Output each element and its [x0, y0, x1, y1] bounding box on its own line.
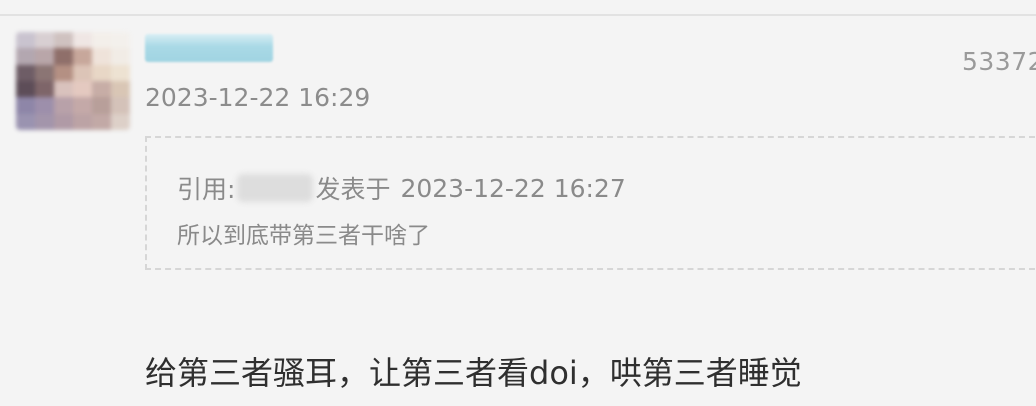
- avatar-pixel: [73, 64, 92, 81]
- avatar-pixel: [73, 32, 92, 49]
- avatar-pixel: [54, 32, 73, 49]
- avatar-pixel: [92, 81, 111, 98]
- quote-header: 引用: 发表于 2023-12-22 16:27: [177, 170, 626, 206]
- avatar-pixel: [111, 32, 130, 49]
- quote-prefix: 引用:: [177, 175, 236, 204]
- avatar-pixel: [16, 113, 35, 130]
- avatar-pixel: [92, 32, 111, 49]
- username-redacted[interactable]: [145, 34, 273, 62]
- avatar-pixel: [16, 97, 35, 114]
- avatar-pixel: [16, 48, 35, 65]
- quote-text: 所以到底带第三者干啥了: [177, 223, 430, 249]
- quote-date: 2023-12-22 16:27: [400, 173, 626, 203]
- top-divider: [0, 14, 1036, 16]
- quote-block: 引用: 发表于 2023-12-22 16:27 所以到底带第三者干啥了: [145, 136, 1035, 270]
- floor-number: 53372: [962, 47, 1036, 76]
- quote-posted-label: 发表于: [315, 175, 391, 204]
- avatar-pixel: [73, 81, 92, 98]
- avatar-pixel: [35, 97, 54, 114]
- avatar-pixel: [92, 97, 111, 114]
- avatar-pixel: [16, 32, 35, 49]
- avatar-pixel: [35, 81, 54, 98]
- avatar-pixel: [73, 48, 92, 65]
- avatar[interactable]: [16, 32, 130, 130]
- avatar-pixel: [54, 64, 73, 81]
- avatar-pixel: [54, 81, 73, 98]
- quote-author-redacted: [237, 174, 314, 202]
- avatar-pixel: [111, 81, 130, 98]
- avatar-pixel: [73, 97, 92, 114]
- forum-post: 53372 2023-12-22 16:29 引用: 发表于 2023-12-2…: [0, 0, 1036, 406]
- avatar-pixel: [111, 113, 130, 130]
- avatar-pixel: [54, 97, 73, 114]
- avatar-pixel: [111, 64, 130, 81]
- reply-text: 给第三者骚耳，让第三者看doi，哄第三者睡觉: [145, 354, 802, 392]
- avatar-pixel: [54, 48, 73, 65]
- avatar-pixel: [92, 48, 111, 65]
- avatar-pixel: [111, 97, 130, 114]
- avatar-pixel: [35, 48, 54, 65]
- avatar-pixel: [16, 81, 35, 98]
- avatar-pixel: [35, 64, 54, 81]
- avatar-pixel: [92, 64, 111, 81]
- avatar-pixel: [111, 48, 130, 65]
- avatar-pixel: [92, 113, 111, 130]
- avatar-pixel: [35, 32, 54, 49]
- avatar-pixel: [16, 64, 35, 81]
- avatar-pixel: [35, 113, 54, 130]
- post-timestamp: 2023-12-22 16:29: [145, 83, 371, 112]
- avatar-pixel: [54, 113, 73, 130]
- avatar-pixel: [73, 113, 92, 130]
